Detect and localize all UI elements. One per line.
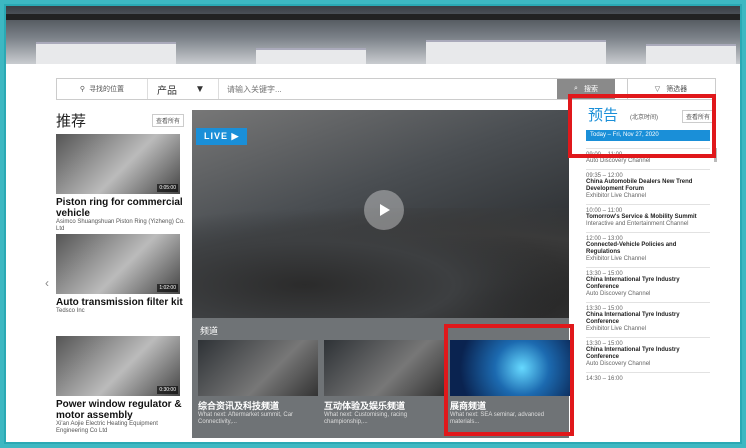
location-label: 寻找的位置: [89, 86, 125, 93]
banner-stall: [426, 40, 606, 64]
hero-banner: [6, 6, 740, 64]
schedule-item[interactable]: 13:30 – 15:00 China International Tyre I…: [586, 302, 710, 337]
product-thumbnail[interactable]: 1:02:00: [56, 234, 180, 294]
event-channel: Auto Discovery Channel: [586, 361, 651, 367]
play-icon: [380, 204, 390, 216]
location-icon: ⚲: [79, 86, 86, 93]
channel-title[interactable]: 综合资讯及科技频道: [198, 399, 318, 412]
company-name: Tedsco Inc: [56, 308, 85, 314]
channel-thumbnail[interactable]: [198, 340, 318, 396]
product-thumbnail[interactable]: 0:05:00: [56, 134, 180, 194]
schedule-item[interactable]: 14:30 – 16:00: [586, 372, 710, 387]
recommended-see-all[interactable]: 查看所有: [152, 114, 185, 127]
video-duration: 0:30:00: [157, 386, 178, 394]
event-name: China International Tyre Industry Confer…: [586, 347, 680, 360]
banner-stall: [256, 48, 366, 64]
company-name: Xi'an Aojie Electric Heating Equipment E…: [56, 421, 158, 434]
schedule-item[interactable]: 13:30 – 15:00 China International Tyre I…: [586, 337, 710, 372]
video-duration: 0:05:00: [157, 184, 178, 192]
page-frame: ⚲ 寻找的位置 产品 ▼ ⌕ 搜索 ▽ 筛选器 推荐 查看所有 0:05:00 …: [4, 4, 742, 444]
event-name: China International Tyre Industry Confer…: [586, 312, 680, 325]
search-input[interactable]: [225, 81, 549, 97]
event-name: China Automobile Dealers New Trend Devel…: [586, 179, 693, 192]
highlight-box: [444, 324, 574, 436]
event-channel: Exhibitor Live Channel: [586, 256, 647, 262]
search-icon: ⌕: [574, 85, 578, 92]
schedule-item[interactable]: 10:00 – 11:00 Tomorrow's Service & Mobil…: [586, 204, 710, 232]
play-button[interactable]: [364, 190, 404, 230]
schedule-item[interactable]: 12:00 – 13:00 Connected-Vehicle Policies…: [586, 232, 710, 267]
event-name: China International Tyre Industry Confer…: [586, 277, 680, 290]
event-channel: Exhibitor Live Channel: [586, 193, 647, 199]
schedule-item[interactable]: 13:30 – 15:00 China International Tyre I…: [586, 267, 710, 302]
chevron-down-icon: ▼: [195, 83, 205, 95]
product-thumbnail[interactable]: 0:30:00: [56, 336, 180, 396]
event-channel: Auto Discovery Channel: [586, 158, 651, 164]
recommended-card[interactable]: 0:30:00 Power window regulator & motor a…: [56, 336, 188, 435]
channel-title[interactable]: 互动体验及娱乐频道: [324, 399, 444, 412]
event-name: Tomorrow's Service & Mobility Summit: [586, 214, 697, 220]
event-channel: Auto Discovery Channel: [586, 291, 651, 297]
event-channel: Exhibitor Live Channel: [586, 326, 647, 332]
location-selector[interactable]: ⚲ 寻找的位置: [57, 79, 148, 99]
product-title[interactable]: Auto transmission filter kit: [56, 297, 188, 308]
category-dropdown[interactable]: 产品 ▼: [149, 79, 219, 99]
schedule-list: 09:00 – 11:00 Auto Discovery Channel 09:…: [586, 148, 710, 387]
banner-beam: [6, 14, 740, 20]
company-name: Asimco Shuangshuan Piston Ring (Yizheng)…: [56, 219, 185, 232]
filter-icon: ▽: [654, 86, 661, 93]
banner-stall: [646, 44, 736, 64]
channel-thumbnail[interactable]: [324, 340, 444, 396]
product-title[interactable]: Power window regulator & motor assembly: [56, 399, 188, 421]
channel-description: What next: Customising, racing champions…: [324, 412, 408, 425]
channel-card[interactable]: 互动体验及娱乐频道 What next: Customising, racing…: [324, 340, 444, 426]
banner-stall: [36, 42, 176, 64]
live-badge[interactable]: LIVE ▶: [196, 128, 248, 145]
product-title[interactable]: Piston ring for commercial vehicle: [56, 197, 188, 219]
channel-card[interactable]: 综合资讯及科技频道 What next: Aftermarket summit,…: [198, 340, 318, 426]
schedule-item[interactable]: 09:35 – 12:00 China Automobile Dealers N…: [586, 169, 710, 204]
event-time: 14:30 – 16:00: [586, 376, 623, 382]
search-button-label: 搜索: [583, 86, 598, 93]
event-name: Connected-Vehicle Policies and Regulatio…: [586, 242, 677, 255]
recommended-panel: 推荐 查看所有 0:05:00 Piston ring for commerci…: [56, 110, 188, 434]
channels-heading: 频道: [200, 326, 219, 336]
carousel-prev-icon[interactable]: ‹: [45, 276, 49, 290]
channel-description: What next: Aftermarket summit, Car Conne…: [198, 412, 294, 425]
category-label: 产品: [157, 85, 177, 97]
video-duration: 1:02:00: [157, 284, 178, 292]
event-channel: Interactive and Entertainment Channel: [586, 221, 689, 227]
recommended-card[interactable]: 0:05:00 Piston ring for commercial vehic…: [56, 134, 188, 233]
live-video-player[interactable]: LIVE ▶: [192, 110, 569, 318]
highlight-box: [568, 94, 716, 158]
recommended-card[interactable]: 1:02:00 Auto transmission filter kit Ted…: [56, 234, 188, 315]
filter-button-label: 筛选器: [666, 86, 688, 93]
